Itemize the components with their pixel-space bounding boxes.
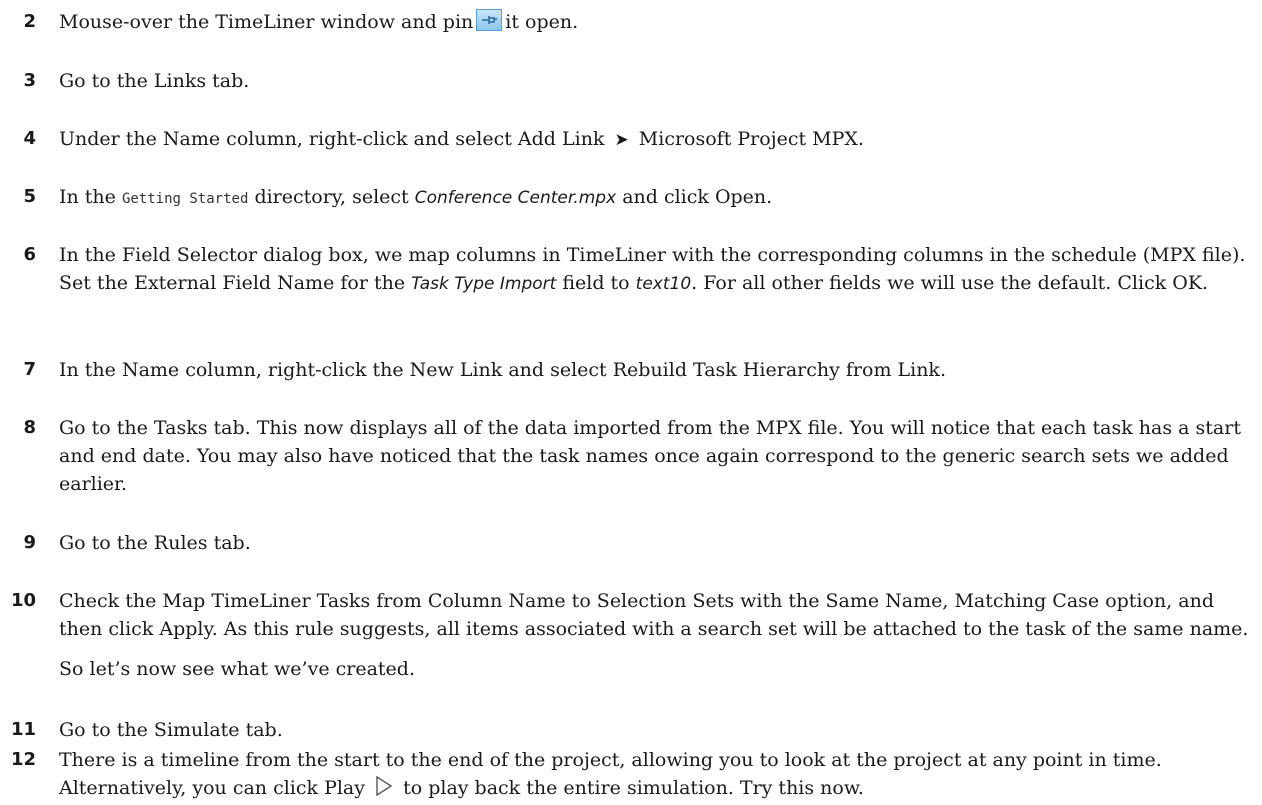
step-text: There is a timeline from the start to th… xyxy=(59,746,1251,805)
step-number: 6 xyxy=(23,244,36,265)
instruction-page: 2 Mouse-over the TimeLiner window and pi… xyxy=(0,0,1262,803)
field-name: Task Type Import xyxy=(411,274,557,294)
step-number: 5 xyxy=(23,186,36,207)
step-number: 12 xyxy=(10,749,36,770)
external-field-value: text10 xyxy=(635,274,692,294)
step-text: Go to the Simulate tab. xyxy=(59,719,283,741)
step-text: Go to the Tasks tab. This now displays a… xyxy=(59,417,1241,495)
menu-arrow-icon: ➤ xyxy=(614,130,629,150)
pin-icon xyxy=(476,9,503,31)
step-number: 11 xyxy=(10,719,36,740)
step-number: 10 xyxy=(10,590,36,611)
step-number: 4 xyxy=(23,128,36,149)
step-number: 9 xyxy=(23,532,36,553)
play-icon xyxy=(374,775,394,805)
step-number: 8 xyxy=(23,417,36,438)
step-text: In the Name column, right-click the New … xyxy=(59,359,946,381)
step-number: 3 xyxy=(23,70,36,91)
step-note: So let’s now see what we’ve created. xyxy=(59,658,415,680)
step-text: Under the Name column, right-click and s… xyxy=(59,128,864,150)
step-number: 7 xyxy=(23,359,36,380)
step-text: Go to the Rules tab. xyxy=(59,532,251,554)
directory-name: Getting Started xyxy=(121,191,249,207)
file-name: Conference Center.mpx xyxy=(414,188,617,208)
step-text: In the Field Selector dialog box, we map… xyxy=(59,244,1246,294)
step-text: Mouse-over the TimeLiner window and pin i… xyxy=(59,9,579,33)
step-number: 2 xyxy=(23,11,36,32)
step-text: In the Getting Started directory, select… xyxy=(59,186,773,208)
step-text: Check the Map TimeLiner Tasks from Colum… xyxy=(59,590,1249,640)
step-text: Go to the Links tab. xyxy=(59,70,250,92)
